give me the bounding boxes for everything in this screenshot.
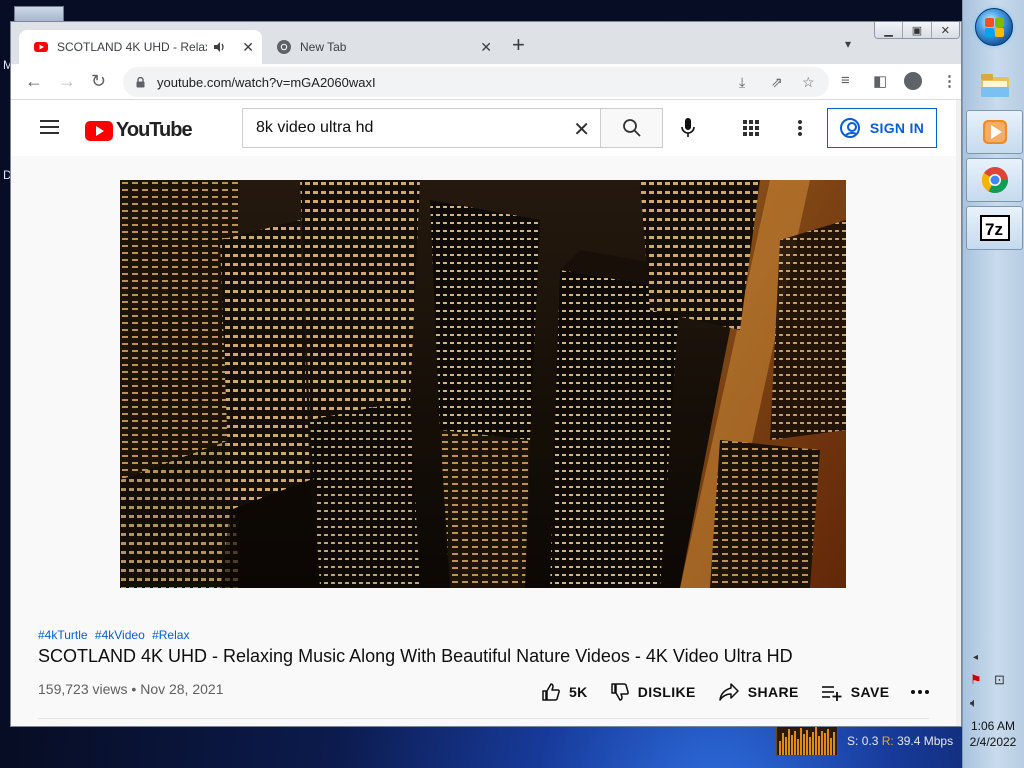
search-button[interactable] (600, 108, 663, 148)
hamburger-menu-icon[interactable] (40, 120, 59, 134)
explorer-folder-icon (980, 74, 1009, 97)
account-circle-icon (839, 118, 860, 138)
share-label: SHARE (747, 684, 799, 700)
forward-arrow-icon[interactable]: → (58, 71, 76, 91)
share-page-icon[interactable]: ⇗ (771, 74, 783, 91)
svg-text:7z: 7z (985, 220, 1003, 239)
close-tab-icon[interactable]: ✕ (472, 39, 492, 56)
hashtag-link[interactable]: #4kTurtle (38, 628, 88, 642)
share-button[interactable]: SHARE (718, 682, 799, 702)
url-text: youtube.com/watch?v=mGA2060waxI (157, 74, 376, 90)
windows-logo-icon (985, 18, 1005, 38)
lock-icon[interactable] (136, 76, 145, 88)
action-center-flag-icon[interactable]: ⚑ (970, 672, 982, 688)
side-panel-icon[interactable]: ◧ (873, 72, 887, 90)
taskbar-chrome[interactable] (966, 158, 1023, 202)
clock-time: 1:06 AM (970, 719, 1016, 733)
network-status-icon[interactable]: ⊡ (994, 672, 1005, 688)
network-graph (776, 726, 838, 756)
7zip-icon: 7z (979, 215, 1010, 241)
upload-date: Nov 28, 2021 (140, 681, 224, 697)
save-button[interactable]: SAVE (821, 682, 890, 702)
youtube-watch-page: #4kTurtle #4kVideo #Relax SCOTLAND 4K UH… (11, 156, 961, 726)
like-button[interactable]: 5K (541, 682, 588, 702)
windows-taskbar: 7z (962, 0, 1024, 768)
save-label: SAVE (850, 684, 890, 700)
search-input[interactable]: 8k video ultra hd ✕ (242, 108, 600, 148)
volume-icon[interactable]: 🔈︎ (970, 695, 978, 711)
close-window-button[interactable]: ✕ (931, 22, 959, 38)
hashtag-link[interactable]: #Relax (152, 628, 189, 642)
media-controls-icon[interactable]: ≡ (841, 72, 850, 89)
youtube-play-icon (85, 120, 113, 141)
bookmark-star-icon[interactable]: ☆ (802, 74, 815, 91)
youtube-wordmark: YouTube (116, 119, 193, 141)
thumbs-up-icon (542, 683, 560, 701)
video-hashtags: #4kTurtle #4kVideo #Relax (38, 628, 193, 642)
playlist-add-icon (821, 686, 842, 701)
tab-youtube-video[interactable]: SCOTLAND 4K UHD - Relaxin ✕ (19, 30, 262, 64)
video-title: SCOTLAND 4K UHD - Relaxing Music Along W… (38, 646, 793, 666)
sign-in-button[interactable]: SIGN IN (827, 108, 937, 148)
section-divider (38, 718, 929, 719)
search-query: 8k video ultra hd (256, 119, 374, 136)
tab-search-chevron-icon[interactable]: ▾ (845, 37, 851, 51)
reload-icon[interactable]: ↻ (91, 71, 106, 91)
system-clock[interactable]: 1:06 AM 2/4/2022 (966, 718, 1020, 750)
youtube-logo[interactable]: YouTube (85, 119, 193, 142)
view-count: 159,723 views (38, 681, 128, 697)
browser-toolbar: ← → ↻ youtube.com/watch?v=mGA2060waxI ⤓ … (11, 64, 961, 100)
network-speed-readout: S: 0.3 R: 39.4 Mbps (847, 734, 954, 748)
settings-more-icon[interactable] (798, 120, 802, 137)
search-icon (622, 119, 641, 137)
video-actions: 5K DISLIKE SHARE SAVE (541, 680, 932, 704)
tab-title: SCOTLAND 4K UHD - Relaxin (57, 40, 207, 54)
microphone-icon[interactable] (681, 118, 695, 138)
back-arrow-icon[interactable]: ← (25, 71, 43, 91)
youtube-icon (34, 42, 48, 52)
tab-new-tab[interactable]: New Tab ✕ (262, 30, 500, 64)
dislike-button[interactable]: DISLIKE (610, 682, 696, 702)
audio-playing-icon (214, 42, 224, 52)
address-bar[interactable]: youtube.com/watch?v=mGA2060waxI ⤓ ⇗ ☆ (123, 67, 829, 97)
close-tab-icon[interactable]: ✕ (234, 39, 254, 56)
more-actions-icon[interactable] (911, 690, 932, 694)
sign-in-label: SIGN IN (869, 120, 925, 136)
share-arrow-icon (718, 683, 739, 701)
apps-grid-icon[interactable] (743, 120, 760, 137)
chrome-icon (981, 167, 1008, 194)
taskbar-explorer[interactable] (966, 64, 1023, 108)
windows-media-player-icon (982, 120, 1007, 144)
maximize-button[interactable]: ▣ (903, 22, 932, 38)
video-frame-city-night (120, 180, 846, 588)
taskbar-media-player[interactable] (966, 110, 1023, 154)
start-button[interactable] (975, 8, 1013, 46)
chrome-browser-window: SCOTLAND 4K UHD - Relaxin ✕ New Tab ✕ + … (10, 21, 962, 727)
tab-strip: SCOTLAND 4K UHD - Relaxin ✕ New Tab ✕ + … (11, 22, 961, 64)
youtube-header: YouTube 8k video ultra hd ✕ SIGN IN (11, 100, 961, 156)
video-player[interactable] (120, 180, 846, 588)
chrome-menu-icon[interactable]: ⋮ (942, 72, 957, 90)
show-hidden-icons-chevron-icon[interactable]: ◂ (973, 652, 978, 663)
video-stats: 159,723 views • Nov 28, 2021 (38, 681, 224, 697)
new-tab-button[interactable]: + (512, 34, 525, 56)
thumbs-down-icon (610, 683, 629, 701)
clock-date: 2/4/2022 (969, 735, 1017, 749)
hashtag-link[interactable]: #4kVideo (95, 628, 145, 642)
minimize-button[interactable]: ▁ (875, 22, 904, 38)
dislike-label: DISLIKE (637, 684, 696, 700)
window-controls: ▁ ▣ ✕ (874, 22, 960, 39)
like-count: 5K (569, 684, 588, 700)
chrome-icon (277, 40, 291, 54)
tab-title: New Tab (300, 40, 347, 54)
install-app-icon[interactable]: ⤓ (739, 74, 745, 91)
profile-avatar-icon[interactable] (904, 72, 922, 90)
taskbar-7zip[interactable]: 7z (966, 206, 1023, 250)
meta-separator: • (131, 681, 137, 697)
clear-search-icon[interactable]: ✕ (573, 117, 590, 142)
